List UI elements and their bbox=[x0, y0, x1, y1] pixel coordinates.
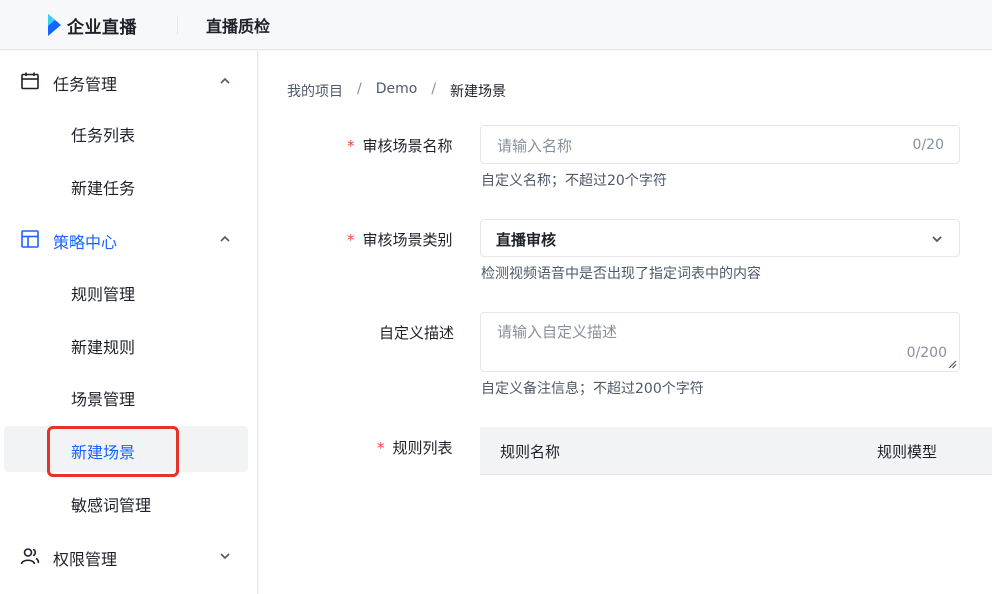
resize-handle-icon[interactable] bbox=[948, 360, 957, 369]
header-divider bbox=[177, 16, 178, 34]
sidebar-group-label: 任务管理 bbox=[53, 75, 118, 94]
required-mark: * bbox=[347, 137, 355, 155]
sidebar-item-label: 场景管理 bbox=[71, 390, 136, 409]
breadcrumb-separator: / bbox=[431, 81, 437, 97]
sidebar-group-strategy-center[interactable]: 策略中心 bbox=[0, 213, 258, 263]
top-bar: 企业直播 直播质检 bbox=[0, 0, 992, 50]
main-content: 我的项目 / Demo / 新建场景 * 审核场景名称 请输入名称 0/20 自定… bbox=[259, 51, 992, 594]
sidebar-item-task-list[interactable]: 任务列表 bbox=[4, 109, 248, 155]
sidebar-item-label: 新建规则 bbox=[71, 338, 136, 357]
sidebar-item-label: 新建任务 bbox=[71, 179, 136, 198]
breadcrumb: 我的项目 / Demo / 新建场景 bbox=[287, 81, 506, 101]
breadcrumb-item-current: 新建场景 bbox=[450, 84, 507, 100]
sidebar-item-label: 敏感词管理 bbox=[71, 496, 152, 515]
description-hint: 自定义备注信息；不超过200个字符 bbox=[481, 381, 704, 397]
column-rule-name: 规则名称 bbox=[500, 443, 561, 461]
scene-name-hint: 自定义名称；不超过20个字符 bbox=[481, 173, 667, 189]
sidebar-item-rule-management[interactable]: 规则管理 bbox=[4, 268, 248, 314]
chevron-up-icon bbox=[220, 235, 230, 242]
scene-category-label: * 审核场景类别 bbox=[347, 229, 453, 250]
chevron-up-icon bbox=[220, 77, 230, 84]
scene-name-placeholder: 请输入名称 bbox=[497, 137, 573, 155]
calendar-icon bbox=[21, 72, 39, 90]
sidebar-item-label: 新建场景 bbox=[71, 443, 136, 462]
rule-list-label: * 规则列表 bbox=[377, 437, 453, 458]
description-label: 自定义描述 bbox=[379, 322, 454, 343]
description-counter: 0/200 bbox=[906, 345, 947, 361]
required-mark: * bbox=[347, 231, 355, 249]
rule-table-header: 规则名称 规则模型 bbox=[480, 427, 992, 475]
sidebar-item-new-scene[interactable]: 新建场景 bbox=[4, 426, 248, 472]
scene-name-counter: 0/20 bbox=[912, 137, 944, 153]
sidebar-group-label: 策略中心 bbox=[53, 233, 118, 252]
sidebar-item-label: 任务列表 bbox=[71, 126, 136, 145]
sidebar-item-sensitive-words[interactable]: 敏感词管理 bbox=[4, 479, 248, 525]
chevron-down-icon bbox=[220, 553, 230, 560]
sidebar-group-task-management[interactable]: 任务管理 bbox=[0, 55, 258, 105]
scene-category-select[interactable]: 直播审核 bbox=[480, 219, 960, 257]
scene-name-label: * 审核场景名称 bbox=[347, 135, 453, 156]
sidebar-group-label: 权限管理 bbox=[53, 550, 118, 569]
breadcrumb-item-project[interactable]: 我的项目 bbox=[287, 81, 343, 101]
scene-name-input[interactable]: 请输入名称 0/20 bbox=[480, 125, 960, 164]
sidebar-item-new-rule[interactable]: 新建规则 bbox=[4, 321, 248, 367]
description-textarea[interactable]: 请输入自定义描述 0/200 bbox=[480, 312, 960, 372]
scene-category-hint: 检测视频语音中是否出现了指定词表中的内容 bbox=[481, 266, 761, 282]
scene-name-label-text: 审核场景名称 bbox=[362, 137, 453, 155]
sidebar-item-scene-management[interactable]: 场景管理 bbox=[4, 373, 248, 419]
scene-category-value: 直播审核 bbox=[496, 231, 557, 249]
sidebar-group-permission-management[interactable]: 权限管理 bbox=[0, 530, 258, 580]
scene-category-label-text: 审核场景类别 bbox=[362, 231, 453, 249]
column-rule-model: 规则模型 bbox=[877, 443, 938, 461]
users-icon bbox=[20, 548, 40, 565]
product-title: 直播质检 bbox=[206, 17, 271, 36]
brand-name: 企业直播 bbox=[67, 17, 137, 38]
layout-icon bbox=[21, 230, 39, 248]
description-placeholder: 请输入自定义描述 bbox=[497, 323, 618, 341]
description-label-text: 自定义描述 bbox=[379, 324, 455, 342]
breadcrumb-item-demo[interactable]: Demo bbox=[376, 81, 418, 101]
required-mark: * bbox=[377, 439, 385, 457]
sidebar-item-new-task[interactable]: 新建任务 bbox=[4, 162, 248, 208]
breadcrumb-separator: / bbox=[357, 81, 362, 97]
chevron-down-icon bbox=[932, 236, 942, 243]
rule-list-label-text: 规则列表 bbox=[392, 439, 453, 457]
sidebar: 任务管理 任务列表 新建任务 策略中心 规则管理 新建规则 场景管理 新建场景 … bbox=[0, 51, 258, 594]
brand-logo-icon bbox=[48, 14, 61, 36]
brand-logo[interactable]: 企业直播 bbox=[46, 12, 137, 38]
sidebar-item-label: 规则管理 bbox=[71, 285, 136, 304]
